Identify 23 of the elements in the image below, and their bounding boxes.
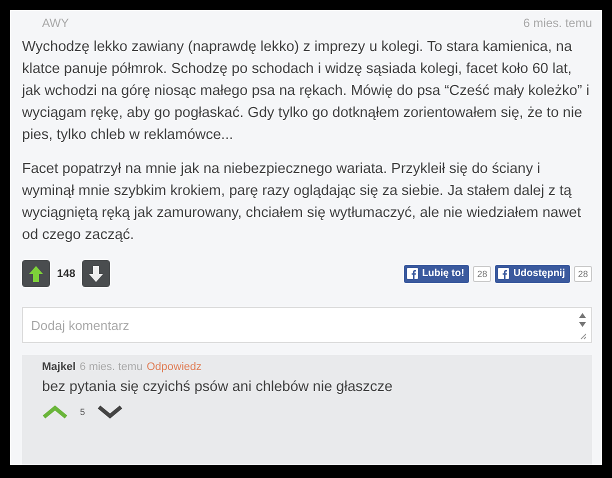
- facebook-icon: [498, 268, 510, 279]
- comment-field[interactable]: Dodaj komentarz: [22, 307, 592, 343]
- facebook-share-button[interactable]: Lubię to!: [404, 264, 470, 282]
- chevron-down-icon: [97, 405, 124, 419]
- downvote-button[interactable]: [97, 405, 124, 419]
- downvote-button[interactable]: [82, 260, 110, 287]
- upvote-button[interactable]: [22, 260, 50, 287]
- author-name: AWY: [42, 16, 69, 30]
- vote-score: 148: [57, 268, 76, 280]
- post-text: Wychodzę lekko zawiany (naprawdę lekko) z imprezy u kolegi. To stara kamienica, na klatce panuje półmrok. Schodzę po schodach i widzę sąsiada kolegi, facet koło 60 lat, jak wchodzi na górę niosąc małego psa na rękach. Mówię do psa “Cześć mały koleżko” i wyciągam rękę, aby go pogłaskać. Gdy tylko go dotknąłem zorientowałem się, że to nie pies, tylko chleb w reklamówce...: [22, 38, 590, 145]
- comment-author: Majkel: [42, 361, 76, 373]
- comment-text: bez pytania się czyichś psów ani chlebów nie głaszcze: [42, 379, 394, 395]
- post-time: 6 mies. temu: [523, 16, 592, 30]
- facebook-share-button[interactable]: Udostępnij: [495, 264, 570, 282]
- facebook-icon: [407, 268, 418, 279]
- chevron-up-icon: [42, 405, 68, 419]
- share-count: 28: [473, 266, 492, 282]
- up-arrow-icon: [28, 264, 44, 282]
- post-text: Facet popatrzył na mnie jak na niebezpiecznego wariata. Przykleił się do ściany i wyminął mnie szybkim krokiem, parę razy oglądając się za siebie. Ja stałem dalej z tą wyciągniętą ręką jak zamurowany, chciałem się wytłumaczyć, ale nie wiedziałem nawet od czego zacząć.: [22, 160, 582, 245]
- down-arrow-icon: [88, 264, 104, 282]
- comment-score: 5: [80, 407, 86, 417]
- share-count: 28: [574, 266, 592, 282]
- comment-time: 6 mies. temu: [80, 361, 143, 373]
